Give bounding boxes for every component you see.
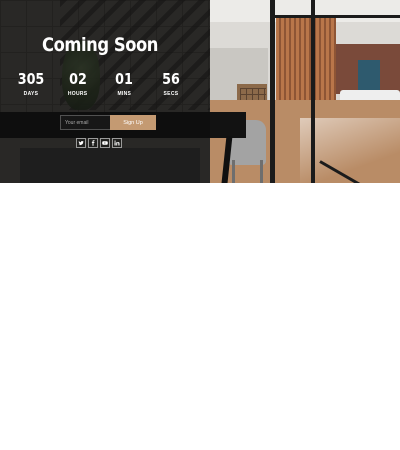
signup-form: Sign Up	[60, 115, 156, 130]
linkedin-link[interactable]	[112, 138, 122, 148]
countdown-secs-value: 56	[162, 70, 180, 88]
youtube-link[interactable]	[100, 138, 110, 148]
social-links	[76, 138, 122, 148]
page-title: Coming Soon	[42, 34, 158, 56]
countdown-hours-value: 02	[68, 70, 87, 88]
countdown-mins: 01 MINS	[101, 70, 147, 98]
countdown-hours: 02 HOURS	[55, 70, 101, 98]
facebook-icon	[90, 140, 96, 146]
countdown-days-value: 305	[17, 70, 45, 88]
linkedin-icon	[114, 140, 120, 146]
countdown-mins-label: MINS	[117, 91, 132, 97]
twitter-icon	[78, 140, 84, 146]
facebook-link[interactable]	[88, 138, 98, 148]
countdown-days-label: DAYS	[23, 91, 39, 97]
email-input[interactable]	[60, 115, 110, 130]
countdown-hours-label: HOURS	[67, 91, 88, 97]
twitter-link[interactable]	[76, 138, 86, 148]
hero-section: Coming Soon 305 DAYS 02 HOURS 01 MINS 56…	[0, 0, 400, 183]
countdown-mins-value: 01	[115, 70, 134, 88]
countdown-days: 305 DAYS	[8, 70, 54, 98]
signup-button[interactable]: Sign Up	[110, 115, 156, 130]
countdown-secs-label: SECS	[163, 91, 179, 97]
countdown-secs: 56 SECS	[148, 70, 194, 98]
countdown-timer: 305 DAYS 02 HOURS 01 MINS 56 SECS	[8, 70, 194, 98]
youtube-icon	[102, 140, 108, 146]
coming-soon-panel: Coming Soon 305 DAYS 02 HOURS 01 MINS 56…	[0, 0, 200, 183]
